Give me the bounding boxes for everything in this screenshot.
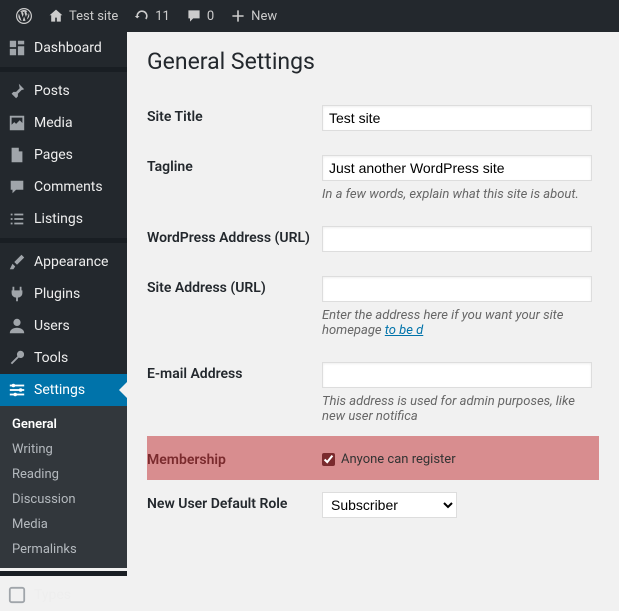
- cb-label-membership: Anyone can register: [341, 452, 456, 467]
- input-tagline[interactable]: [322, 155, 592, 181]
- wordpress-icon: [16, 8, 32, 24]
- menu-plugins[interactable]: Plugins: [0, 278, 127, 310]
- menu-label: Appearance: [34, 254, 108, 270]
- row-wp-url: WordPress Address (URL): [147, 214, 599, 264]
- desc-email: This address is used for admin purposes,…: [322, 394, 599, 424]
- input-site-title[interactable]: [322, 105, 592, 131]
- row-membership: Membership Anyone can register: [147, 436, 599, 480]
- menu-listings[interactable]: Listings: [0, 203, 127, 235]
- menu-types[interactable]: Types: [0, 579, 127, 611]
- home-icon: [48, 8, 64, 24]
- row-site-title: Site Title: [147, 93, 599, 143]
- admin-bar: Test site 11 0 New: [0, 0, 619, 32]
- menu-separator: [0, 238, 127, 243]
- settings-icon: [8, 381, 26, 399]
- settings-submenu: General Writing Reading Discussion Media…: [0, 406, 127, 568]
- link-site-url-help[interactable]: to be d: [385, 323, 423, 338]
- input-site-url[interactable]: [322, 276, 592, 302]
- menu-tools[interactable]: Tools: [0, 342, 127, 374]
- menu-label: Pages: [34, 147, 73, 163]
- desc-tagline: In a few words, explain what this site i…: [322, 187, 599, 202]
- row-tagline: Tagline In a few words, explain what thi…: [147, 143, 599, 214]
- input-email[interactable]: [322, 362, 592, 388]
- comments-icon: [8, 178, 26, 196]
- plug-icon: [8, 285, 26, 303]
- submenu-general[interactable]: General: [0, 412, 127, 437]
- types-icon: [8, 586, 26, 604]
- menu-posts[interactable]: Posts: [0, 75, 127, 107]
- submenu-media[interactable]: Media: [0, 512, 127, 537]
- input-wp-url[interactable]: [322, 226, 592, 252]
- menu-pages[interactable]: Pages: [0, 139, 127, 171]
- select-default-role[interactable]: Subscriber: [322, 492, 457, 518]
- comment-icon: [186, 8, 202, 24]
- submenu-discussion[interactable]: Discussion: [0, 487, 127, 512]
- brush-icon: [8, 253, 26, 271]
- menu-separator: [0, 571, 127, 576]
- plus-icon: [230, 8, 246, 24]
- menu-label: Media: [34, 115, 73, 131]
- updates-count: 11: [155, 9, 170, 24]
- submenu-permalinks[interactable]: Permalinks: [0, 537, 127, 562]
- row-site-url: Site Address (URL) Enter the address her…: [147, 264, 599, 350]
- site-name: Test site: [69, 9, 118, 24]
- wrench-icon: [8, 349, 26, 367]
- menu-settings[interactable]: Settings: [0, 374, 127, 406]
- menu-separator: [0, 67, 127, 72]
- new-link[interactable]: New: [222, 8, 285, 24]
- label-tagline: Tagline: [147, 155, 322, 175]
- row-email: E-mail Address This address is used for …: [147, 350, 599, 436]
- row-default-role: New User Default Role Subscriber: [147, 480, 599, 520]
- new-label: New: [251, 9, 277, 24]
- updates-link[interactable]: 11: [126, 8, 178, 24]
- label-membership: Membership: [147, 448, 322, 468]
- site-link[interactable]: Test site: [40, 8, 126, 24]
- submenu-writing[interactable]: Writing: [0, 437, 127, 462]
- comments-link[interactable]: 0: [178, 8, 222, 24]
- label-default-role: New User Default Role: [147, 492, 322, 512]
- menu-media[interactable]: Media: [0, 107, 127, 139]
- menu-users[interactable]: Users: [0, 310, 127, 342]
- menu-label: Comments: [34, 179, 103, 195]
- menu-label: Plugins: [34, 286, 80, 302]
- wp-logo[interactable]: [8, 8, 40, 24]
- list-icon: [8, 210, 26, 228]
- menu-dashboard[interactable]: Dashboard: [0, 32, 127, 64]
- main-content: General Settings Site Title Tagline In a…: [127, 32, 619, 520]
- desc-site-url: Enter the address here if you want your …: [322, 308, 599, 338]
- menu-label: Tools: [34, 350, 68, 366]
- menu-label: Listings: [34, 211, 83, 227]
- menu-label: Types: [34, 587, 71, 603]
- menu-label: Dashboard: [34, 40, 102, 56]
- comments-count: 0: [207, 9, 214, 24]
- label-site-url: Site Address (URL): [147, 276, 322, 296]
- pin-icon: [8, 82, 26, 100]
- label-email: E-mail Address: [147, 362, 322, 382]
- menu-comments[interactable]: Comments: [0, 171, 127, 203]
- menu-label: Users: [34, 318, 70, 334]
- user-icon: [8, 317, 26, 335]
- update-icon: [134, 8, 150, 24]
- label-site-title: Site Title: [147, 105, 322, 125]
- checkbox-membership[interactable]: [322, 453, 335, 466]
- label-wp-url: WordPress Address (URL): [147, 226, 322, 246]
- page-icon: [8, 146, 26, 164]
- menu-label: Settings: [34, 382, 85, 398]
- menu-label: Posts: [34, 83, 70, 99]
- submenu-reading[interactable]: Reading: [0, 462, 127, 487]
- media-icon: [8, 114, 26, 132]
- page-title: General Settings: [147, 48, 599, 75]
- dashboard-icon: [8, 39, 26, 57]
- menu-appearance[interactable]: Appearance: [0, 246, 127, 278]
- admin-sidebar: Dashboard Posts Media Pages Comments Lis…: [0, 32, 127, 520]
